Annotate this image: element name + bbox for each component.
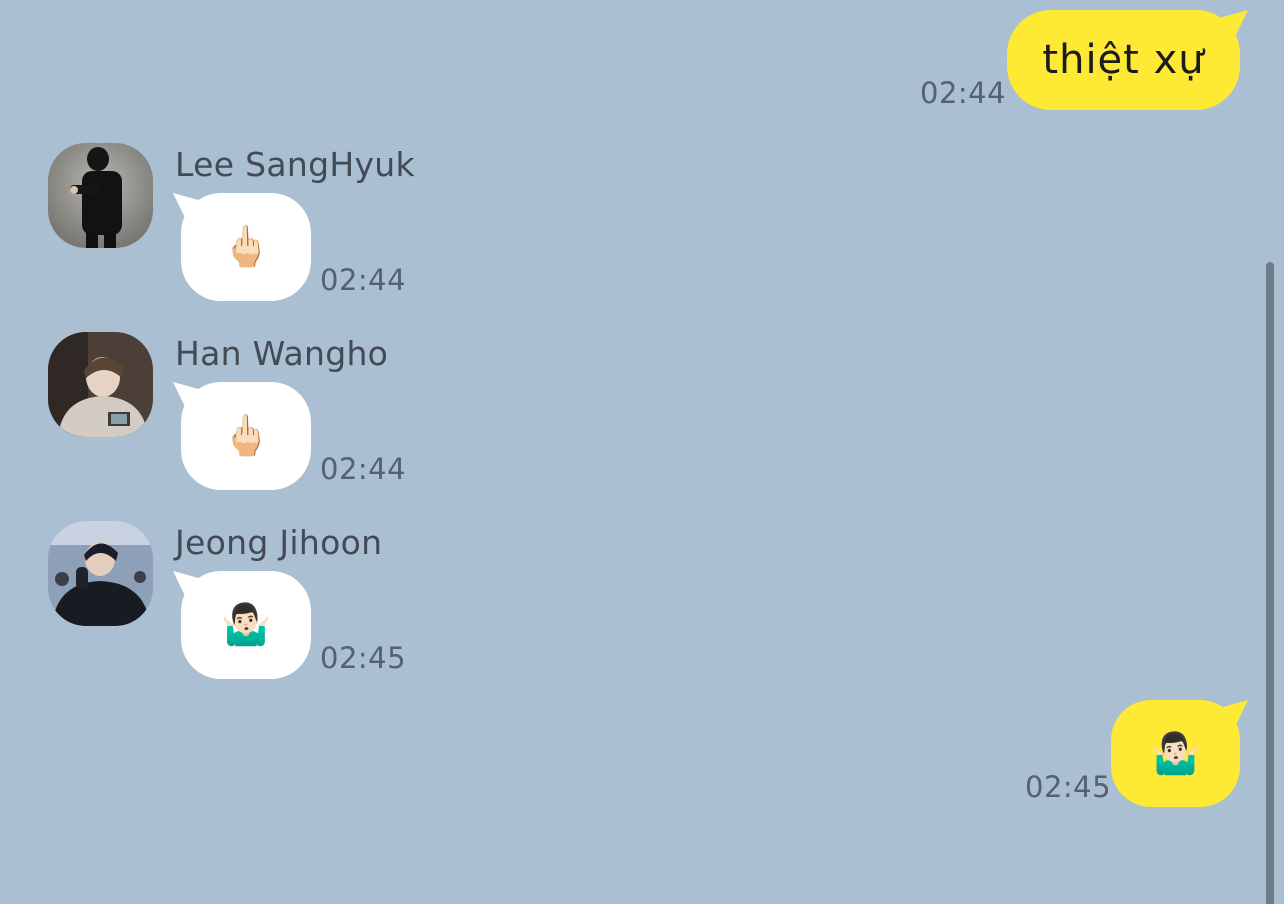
avatar-lee-sanghyuk[interactable] [48,143,153,248]
scrollbar[interactable] [1266,262,1274,904]
outgoing-message-bubble[interactable]: thiệt xự [1007,10,1248,110]
message-timestamp: 02:44 [320,452,407,486]
profile-photo-icon [48,521,153,626]
bubble-tail [173,571,201,597]
sender-name: Lee SangHyuk [175,145,415,184]
profile-photo-icon [48,143,153,248]
chat-window: 02:44 thiệt xự Lee SangHyuk 🖕🏻 02:44 Han… [0,0,1284,904]
bubble-tail [1220,10,1248,36]
incoming-message-bubble[interactable]: 🖕🏻 [173,193,311,301]
message-timestamp: 02:45 [1025,770,1112,804]
avatar-han-wangho[interactable] [48,332,153,437]
emoji-middle-finger: 🖕🏻 [221,224,271,270]
bubble-tail [173,193,201,219]
message-timestamp: 02:44 [920,76,1007,110]
sender-name: Han Wangho [175,334,389,373]
avatar-jeong-jihoon[interactable] [48,521,153,626]
profile-photo-icon [48,332,153,437]
incoming-message-bubble[interactable]: 🖕🏻 [173,382,311,490]
message-text: thiệt xự [1042,37,1205,83]
incoming-message-bubble[interactable]: 🤷🏻‍♂️ [173,571,311,679]
message-timestamp: 02:44 [320,263,407,297]
bubble-tail [1220,700,1248,726]
outgoing-message-bubble[interactable]: 🤷🏻‍♂️ [1111,700,1248,807]
emoji-shrug: 🤷🏻‍♂️ [1150,730,1201,777]
sender-name: Jeong Jihoon [175,523,383,562]
bubble-tail [173,382,201,408]
emoji-shrug: 🤷🏻‍♂️ [221,602,271,648]
message-timestamp: 02:45 [320,641,407,675]
emoji-middle-finger: 🖕🏻 [221,413,271,459]
